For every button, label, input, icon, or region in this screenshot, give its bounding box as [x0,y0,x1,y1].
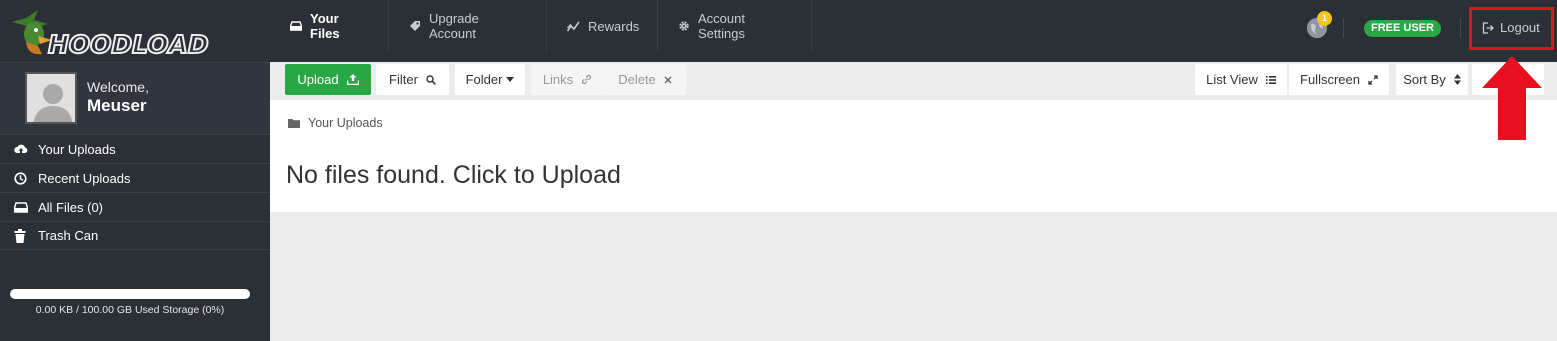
tab-rewards[interactable]: Rewards [547,0,658,52]
breadcrumb: Your Uploads [288,116,383,130]
sidebar-item-all-files[interactable]: All Files (0) [0,192,270,221]
caret-down-icon [506,77,515,82]
search-icon [426,74,436,85]
storage-panel: 0.00 KB / 100.00 GB Used Storage (0%) [0,268,270,341]
file-toolbar: Upload Filter Folder Links Delete List V… [270,62,1557,100]
user-profile: Welcome, Meuser [0,62,270,134]
sort-by-label: Sort By [1403,72,1446,87]
empty-state-message[interactable]: No files found. Click to Upload [286,161,621,190]
clock-icon [14,171,38,185]
storage-progress-bar [10,289,250,299]
drive-icon [14,201,38,213]
cloud-upload-icon [14,143,38,155]
chart-icon [567,21,580,32]
tab-label: Account Settings [698,11,745,41]
fullscreen-button[interactable]: Fullscreen [1289,64,1389,95]
top-navigation: Your Files Upgrade Account Rewards Accou… [270,0,1557,62]
brand-logo[interactable]: HOODLOAD [0,0,270,62]
list-icon [1265,75,1276,84]
drive-icon [290,21,302,31]
sidebar-item-recent-uploads[interactable]: Recent Uploads [0,163,270,192]
tag-icon [409,20,421,32]
sort-icon [1453,74,1461,85]
sidebar-item-label: All Files (0) [38,199,104,215]
upload-button[interactable]: Upload [285,64,371,95]
breadcrumb-item[interactable]: Your Uploads [308,116,383,130]
tab-label: Upgrade Account [429,11,479,41]
trash-icon [14,228,38,243]
upload-label: Upload [297,72,339,87]
expand-icon [1368,74,1378,85]
tab-upgrade-account[interactable]: Upgrade Account [389,0,547,52]
close-icon [664,76,672,84]
tab-account-settings[interactable]: Account Settings [658,0,812,52]
filter-button[interactable]: Filter [376,64,449,95]
tab-your-files[interactable]: Your Files [270,0,389,52]
filter-label: Filter [389,72,418,87]
welcome-text: Welcome, [87,79,149,95]
sidebar-item-trash-can[interactable]: Trash Can [0,221,270,250]
link-icon [581,74,592,85]
delete-label: Delete [618,72,656,87]
annotation-highlight-box [1469,7,1554,50]
divider [1343,18,1344,38]
file-browser-content: Your Uploads No files found. Click to Up… [270,100,1557,212]
username: Meuser [87,96,147,115]
fullscreen-label: Fullscreen [1300,72,1360,87]
upload-icon [346,74,359,85]
sort-by-dropdown[interactable]: Sort By [1396,64,1468,95]
tab-label: Your Files [310,11,340,41]
divider [1460,18,1461,38]
sidebar-item-label: Your Uploads [38,141,116,157]
gear-icon [678,20,690,32]
avatar[interactable] [25,72,77,124]
annotation-up-arrow-icon [1482,56,1542,140]
sidebar: HOODLOAD Welcome, Meuser Your Uploads Re… [0,0,270,341]
tab-label: Rewards [588,18,640,34]
list-view-button[interactable]: List View [1195,64,1287,95]
folder-dropdown[interactable]: Folder [455,64,525,95]
notification-badge[interactable]: 1 [1317,11,1332,26]
delete-button[interactable]: Delete [604,64,686,95]
folder-label: Folder [465,72,503,87]
folder-icon [288,118,300,128]
sidebar-nav: Your Uploads Recent Uploads All Files (0… [0,134,270,250]
sidebar-item-your-uploads[interactable]: Your Uploads [0,134,270,163]
storage-text: 0.00 KB / 100.00 GB Used Storage (0%) [35,304,225,316]
sidebar-item-label: Trash Can [38,228,99,243]
links-label: Links [542,72,574,87]
brand-name: HOODLOAD [47,29,210,60]
account-type-badge: FREE USER [1364,20,1441,37]
links-button[interactable]: Links [531,64,604,95]
sidebar-item-label: Recent Uploads [38,170,131,186]
list-view-label: List View [1206,72,1258,87]
